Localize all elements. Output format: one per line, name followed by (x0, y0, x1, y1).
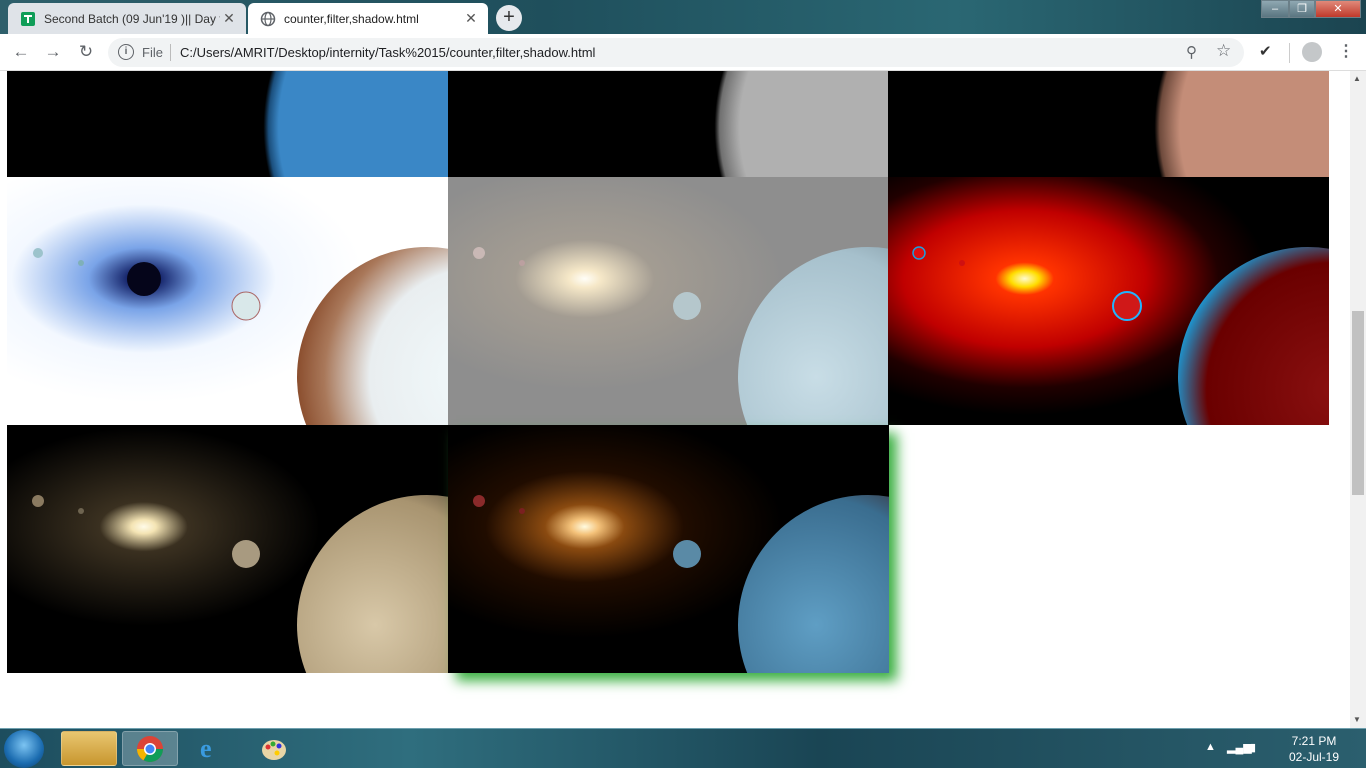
vertical-scrollbar[interactable]: ▲ ▼ (1350, 71, 1366, 728)
planet-image-hue (888, 71, 1329, 177)
address-divider (170, 44, 171, 61)
extension-check-icon[interactable]: ✔ (1259, 42, 1272, 60)
show-hidden-icons-icon[interactable]: ▲ (1205, 741, 1216, 753)
ie-icon[interactable]: e (185, 731, 241, 766)
zoom-icon[interactable]: ⚲ (1186, 43, 1197, 61)
planet-image-original (7, 71, 448, 177)
back-arrow-icon[interactable]: ← (11, 42, 31, 62)
system-clock[interactable]: 7:21 PM 02-Jul-19 (1284, 733, 1344, 765)
tab-counter-filter-shadow[interactable]: counter,filter,shadow.html ✕ (248, 3, 488, 34)
minimize-button[interactable]: ‒ (1261, 0, 1289, 18)
planet-image-opacity (448, 177, 889, 425)
browser-window: Second Batch (09 Jun'19 )|| Day t ✕ coun… (0, 0, 1366, 768)
explorer-icon[interactable] (61, 731, 117, 766)
page-viewport (0, 71, 1350, 728)
url-text[interactable]: C:/Users/AMRIT/Desktop/internity/Task%20… (180, 45, 595, 60)
bookmark-star-icon[interactable]: ☆ (1216, 41, 1231, 61)
battery-icon[interactable]: ▮ (1250, 741, 1256, 754)
scheme-label: File (142, 45, 163, 60)
windows-taskbar: e ▲ ▂▄▆ ▮ 7:21 PM 02-Jul-19 (0, 728, 1366, 768)
google-sheets-icon (21, 11, 35, 26)
browser-toolbar: ← → ↻ i File C:/Users/AMRIT/Desktop/inte… (0, 34, 1366, 71)
toolbar-divider (1289, 43, 1290, 63)
close-tab-icon[interactable]: ✕ (220, 10, 238, 27)
scroll-up-arrow-icon[interactable]: ▲ (1353, 74, 1361, 83)
tab-title: Second Batch (09 Jun'19 )|| Day t (44, 11, 220, 26)
paint-icon[interactable] (246, 731, 302, 766)
planet-image-sepia (7, 425, 448, 673)
network-signal-icon[interactable]: ▂▄▆ (1227, 741, 1252, 754)
tab-strip: Second Batch (09 Jun'19 )|| Day t ✕ coun… (0, 0, 1366, 34)
info-icon[interactable]: i (118, 44, 134, 60)
start-button[interactable] (4, 730, 44, 768)
profile-avatar-icon[interactable] (1302, 42, 1322, 62)
scroll-down-arrow-icon[interactable]: ▼ (1353, 715, 1361, 724)
tab-second-batch[interactable]: Second Batch (09 Jun'19 )|| Day t ✕ (8, 3, 246, 34)
clock-date: 02-Jul-19 (1288, 750, 1340, 764)
kebab-menu-icon[interactable]: ⋮ (1338, 41, 1354, 61)
planet-image-shadow (448, 425, 998, 728)
planet-image-invert (7, 177, 448, 425)
forward-arrow-icon[interactable]: → (43, 42, 63, 62)
globe-icon (260, 11, 276, 26)
chrome-icon[interactable] (122, 731, 178, 766)
scrollbar-thumb[interactable] (1352, 311, 1364, 495)
tab-title: counter,filter,shadow.html (284, 11, 419, 26)
planet-image-saturate (888, 177, 1329, 425)
maximize-button[interactable]: ❐ (1289, 0, 1315, 18)
reload-icon[interactable]: ↻ (76, 42, 96, 62)
new-tab-button[interactable]: + (496, 5, 522, 31)
close-window-button[interactable]: ✕ (1315, 0, 1361, 18)
address-bar[interactable]: i File C:/Users/AMRIT/Desktop/internity/… (108, 38, 1244, 67)
close-tab-icon[interactable]: ✕ (462, 10, 480, 27)
clock-time: 7:21 PM (1291, 734, 1337, 748)
planet-image-grayscale (448, 71, 889, 177)
